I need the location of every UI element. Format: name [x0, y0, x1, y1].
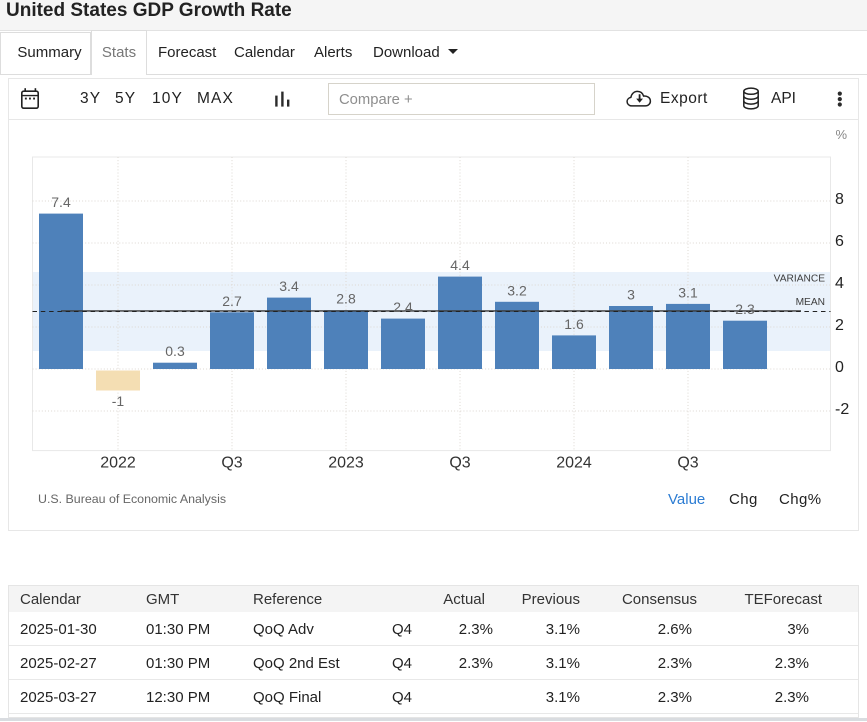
svg-text:1.6: 1.6 — [564, 316, 584, 332]
svg-text:-2: -2 — [835, 401, 849, 418]
svg-text:2024: 2024 — [556, 455, 592, 472]
svg-text:6: 6 — [835, 233, 844, 250]
svg-text:-1: -1 — [112, 393, 125, 409]
svg-text:Q3: Q3 — [221, 455, 242, 472]
svg-text:2022: 2022 — [100, 455, 136, 472]
svg-text:2.4: 2.4 — [393, 299, 413, 315]
svg-text:2: 2 — [835, 317, 844, 334]
svg-text:VARIANCE: VARIANCE — [774, 274, 826, 285]
svg-text:MEAN: MEAN — [796, 297, 825, 308]
svg-text:0.3: 0.3 — [165, 343, 185, 359]
svg-text:2023: 2023 — [328, 455, 364, 472]
svg-text:3.2: 3.2 — [507, 282, 527, 298]
svg-text:%: % — [835, 127, 847, 142]
svg-text:8: 8 — [835, 191, 844, 208]
svg-text:0: 0 — [835, 359, 844, 376]
svg-text:Q3: Q3 — [677, 455, 698, 472]
svg-text:Q3: Q3 — [449, 455, 470, 472]
svg-text:7.4: 7.4 — [51, 194, 71, 210]
svg-text:2.3: 2.3 — [735, 301, 755, 317]
svg-text:3.4: 3.4 — [279, 278, 299, 294]
svg-text:4.4: 4.4 — [450, 257, 470, 273]
svg-text:3: 3 — [627, 287, 635, 303]
svg-text:2.8: 2.8 — [336, 291, 356, 307]
svg-text:3.1: 3.1 — [678, 284, 698, 300]
svg-text:4: 4 — [835, 275, 844, 292]
svg-text:2.7: 2.7 — [222, 293, 242, 309]
